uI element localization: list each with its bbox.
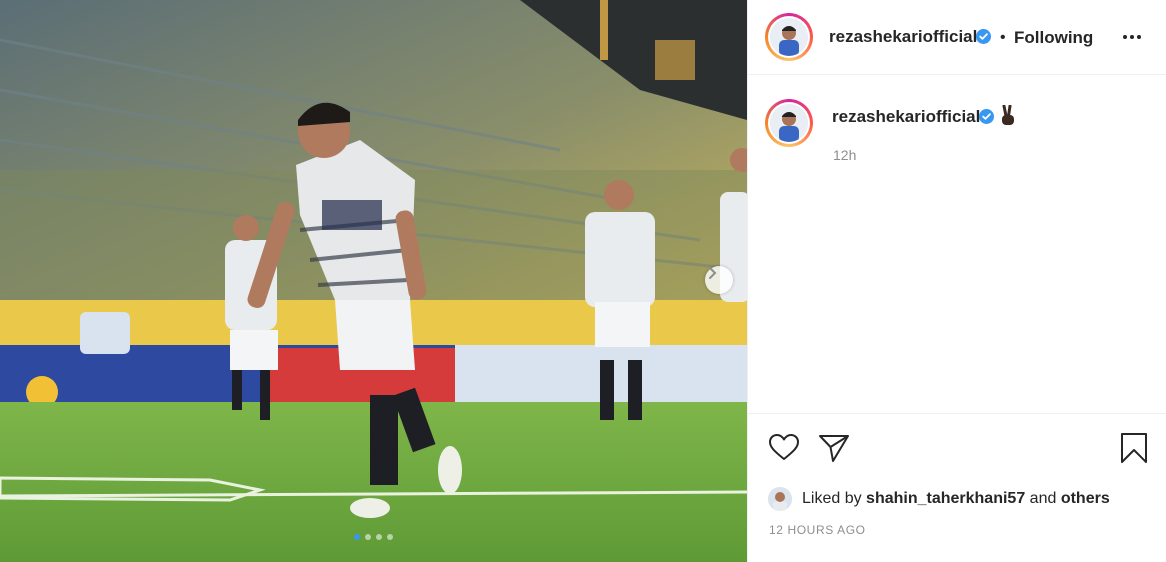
paper-plane-icon[interactable] [818,433,850,463]
divider [748,413,1166,414]
carousel-dot-active [354,534,360,540]
header-username[interactable]: rezashekariofficial [829,27,977,47]
chevron-right-icon [709,267,717,279]
profile-picture [770,104,808,142]
likes-others-link[interactable]: others [1061,490,1110,508]
carousel-dot [387,534,393,540]
verified-badge-icon [979,109,994,124]
post-timestamp[interactable]: 12 HOURS AGO [769,523,866,537]
carousel-dot [365,534,371,540]
header-separator: • [1000,29,1006,46]
verified-badge-icon [976,29,991,44]
bookmark-icon[interactable] [1120,432,1148,464]
heart-icon[interactable] [768,433,800,461]
caption-username[interactable]: rezashekariofficial [832,107,980,127]
avatar[interactable] [765,13,813,61]
victory-hand-emoji-icon [1002,105,1014,125]
post-header: rezashekariofficial • Following [748,0,1166,75]
profile-picture [770,18,808,56]
more-horizontal-icon[interactable] [1121,28,1143,46]
caption-time: 12h [833,147,857,163]
caption-avatar[interactable] [765,99,813,147]
post-photo[interactable] [0,0,747,562]
stadium-scene [0,0,747,562]
post-sidebar: rezashekariofficial • Following rezashek… [747,0,1166,562]
liked-by-prefix: Liked by [802,490,867,507]
carousel-next-button[interactable] [705,266,733,294]
carousel-indicator [0,534,747,540]
liked-by-row: Liked by shahin_taherkhani57 and others [768,487,1110,511]
following-button[interactable]: Following [1014,28,1093,48]
liker-username[interactable]: shahin_taherkhani57 [866,490,1025,508]
liker-avatar[interactable] [768,487,792,511]
liked-by-middle: and [1025,490,1061,507]
profile-picture [768,487,792,511]
carousel-dot [376,534,382,540]
